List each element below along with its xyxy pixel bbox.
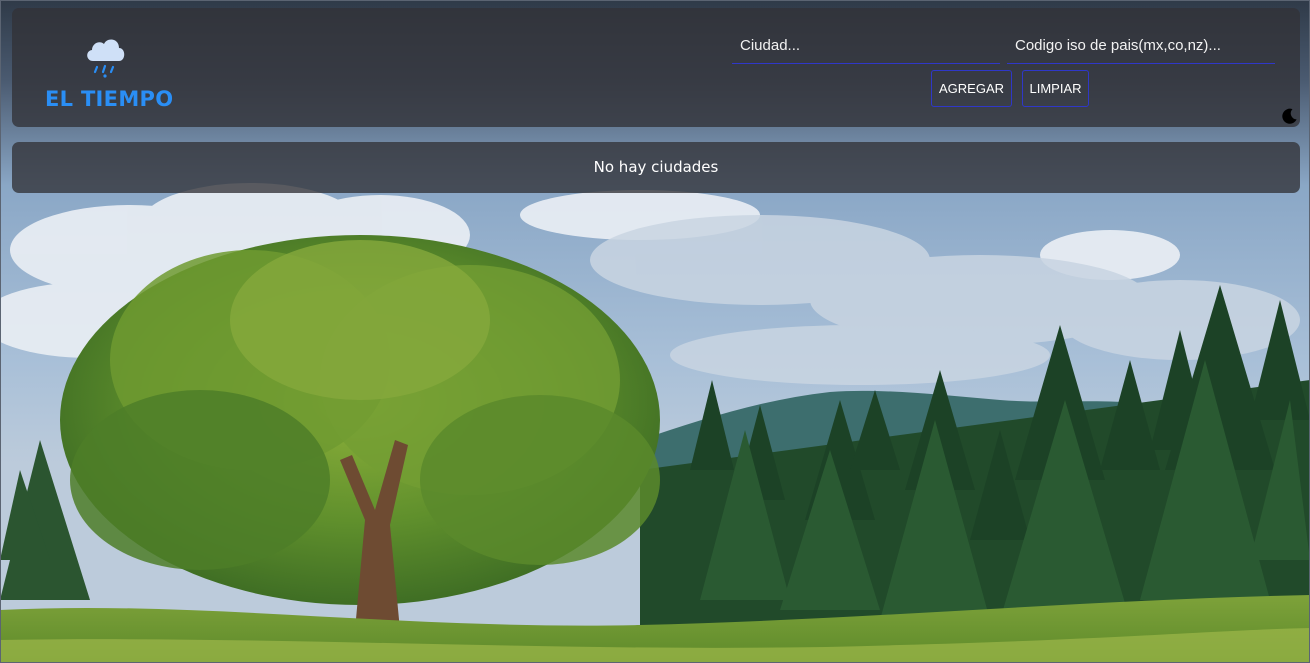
cloud-rain-icon [87,39,125,78]
results-panel: No hay ciudades [12,142,1300,193]
city-input[interactable] [732,27,1000,64]
app-logo-text: EL TIEMPO [45,87,174,111]
header-panel: EL TIEMPO [12,8,1300,127]
empty-cities-message: No hay ciudades [593,158,719,176]
moon-icon[interactable] [1280,107,1298,125]
clear-button[interactable]: LIMPIAR [1022,70,1089,107]
app-root: EL TIEMPO AGREGAR LIMPIAR No hay ciudade… [0,0,1310,663]
add-button[interactable]: AGREGAR [931,70,1012,107]
country-code-input[interactable] [1007,27,1275,64]
